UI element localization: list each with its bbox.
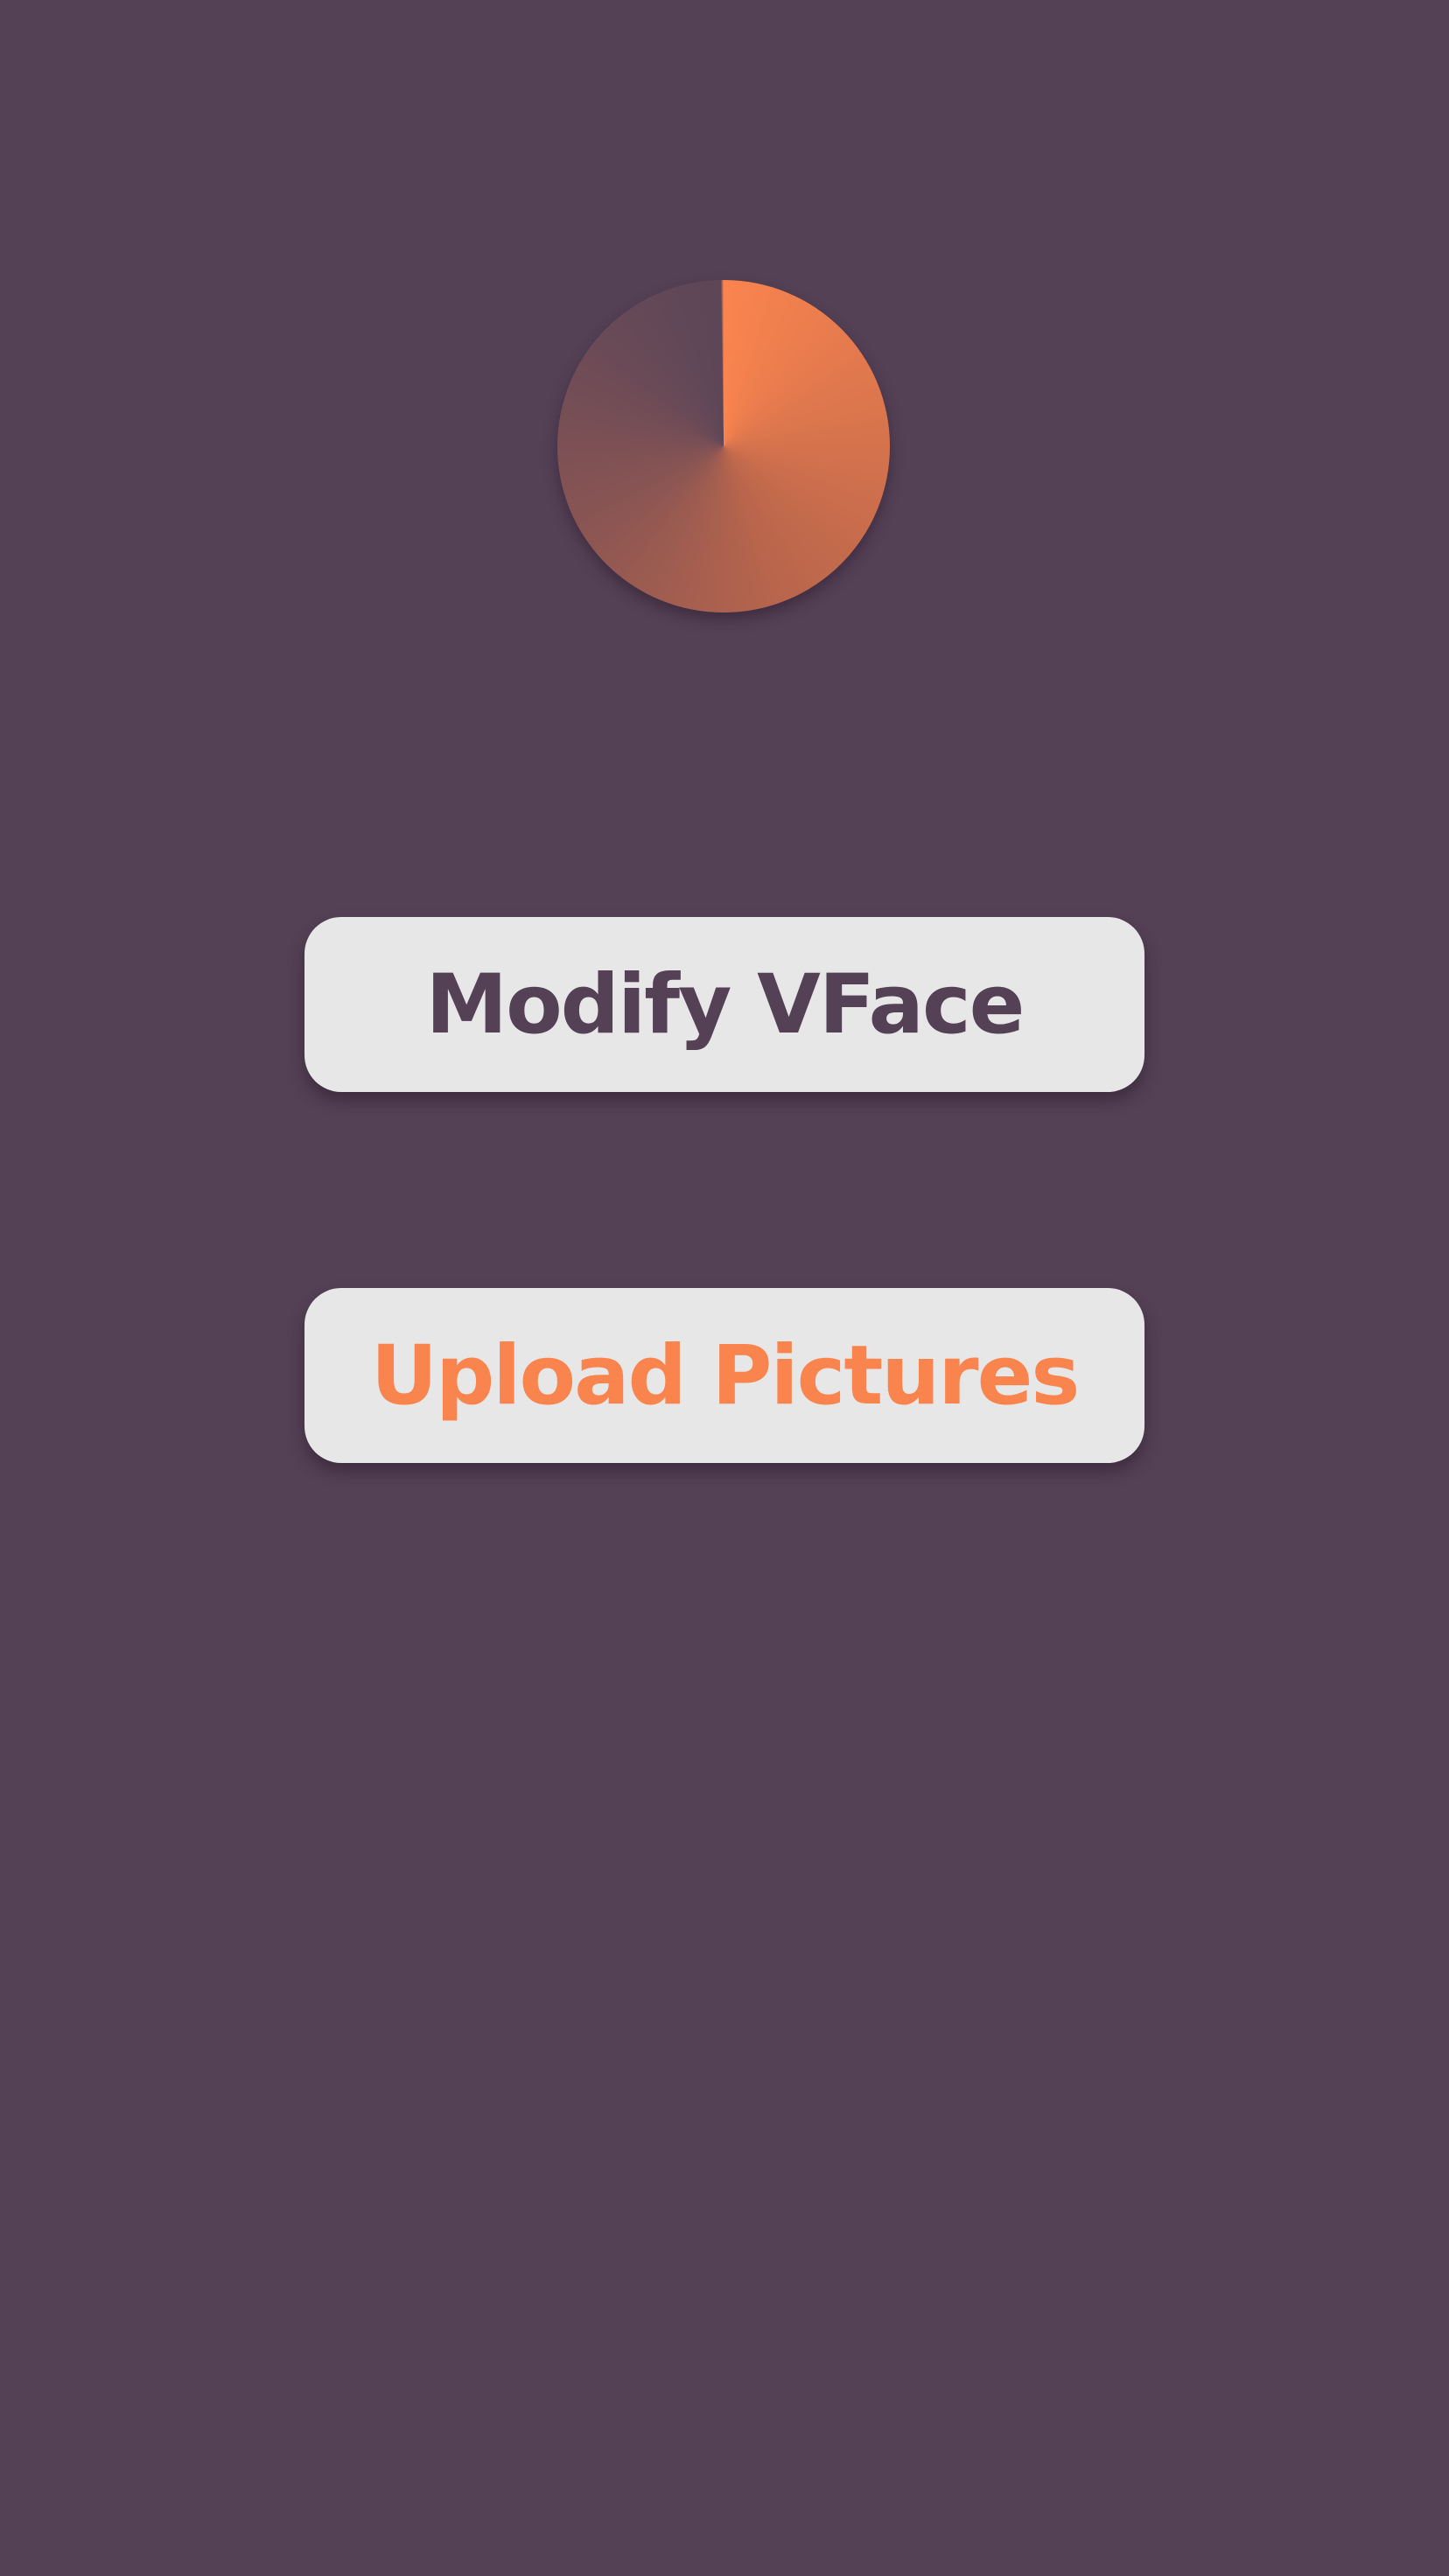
upload-pictures-label: Upload Pictures xyxy=(370,1327,1081,1424)
upload-pictures-button[interactable]: Upload Pictures xyxy=(304,1288,1144,1463)
loading-spinner-icon xyxy=(557,280,890,612)
modify-vface-button[interactable]: Modify VFace xyxy=(304,917,1144,1092)
modify-vface-label: Modify VFace xyxy=(425,956,1026,1053)
